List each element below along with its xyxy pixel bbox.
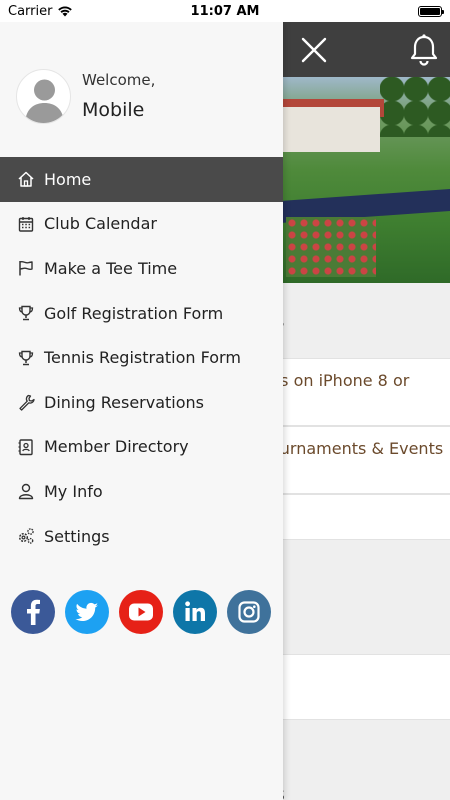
news-link-fragment[interactable]: ournaments & Events <box>270 439 443 458</box>
welcome-label: Welcome, <box>82 71 156 89</box>
menu-item-label: Settings <box>44 526 110 546</box>
wrench-icon <box>16 392 36 412</box>
menu-item-label: Home <box>44 169 92 189</box>
username-label: Mobile <box>82 99 145 121</box>
calendar-icon <box>16 214 36 234</box>
menu-item-label: My Info <box>44 481 103 501</box>
battery-icon <box>418 5 444 17</box>
trophy-icon <box>16 348 36 368</box>
trophy-icon <box>16 303 36 323</box>
youtube-icon[interactable] <box>119 590 163 634</box>
menu-item-dining-reservations[interactable]: Dining Reservations <box>0 380 283 425</box>
contact-card-icon <box>16 437 36 457</box>
menu-item-label: Make a Tee Time <box>44 258 178 278</box>
menu-item-settings[interactable]: Settings <box>0 514 283 559</box>
menu-item-label: Dining Reservations <box>44 392 204 412</box>
menu-item-label: Golf Registration Form <box>44 303 224 323</box>
menu-item-tennis-registration[interactable]: Tennis Registration Form <box>0 335 283 380</box>
menu-item-member-directory[interactable]: Member Directory <box>0 425 283 470</box>
menu-item-golf-registration[interactable]: Golf Registration Form <box>0 291 283 336</box>
menu-item-label: Club Calendar <box>44 214 157 234</box>
menu-item-home[interactable]: Home <box>0 157 283 202</box>
avatar <box>16 69 71 124</box>
linkedin-icon[interactable] <box>173 590 217 634</box>
instagram-icon[interactable] <box>227 590 271 634</box>
bell-icon[interactable] <box>408 33 440 67</box>
home-icon <box>16 169 36 189</box>
facebook-icon[interactable] <box>11 590 55 634</box>
menu-item-tee-time[interactable]: Make a Tee Time <box>0 246 283 291</box>
profile-header: Welcome, Mobile <box>0 22 283 157</box>
menu-item-label: Member Directory <box>44 437 189 457</box>
flag-icon <box>16 258 36 278</box>
twitter-icon[interactable] <box>65 590 109 634</box>
drawer-menu: Home Club Calendar Make a Tee Time Golf … <box>0 157 283 558</box>
navigation-drawer: Welcome, Mobile Home Club Calendar Make … <box>0 22 283 800</box>
status-bar: Carrier 11:07 AM <box>0 0 450 22</box>
news-link-fragment[interactable]: ns on iPhone 8 or <box>270 371 409 390</box>
gears-icon <box>16 526 36 546</box>
social-links <box>11 590 271 634</box>
menu-item-my-info[interactable]: My Info <box>0 469 283 514</box>
user-icon <box>16 481 36 501</box>
wifi-icon <box>58 6 73 17</box>
carrier-label: Carrier <box>8 3 53 19</box>
close-icon[interactable] <box>297 33 331 67</box>
menu-item-label: Tennis Registration Form <box>44 348 241 368</box>
menu-item-club-calendar[interactable]: Club Calendar <box>0 202 283 247</box>
